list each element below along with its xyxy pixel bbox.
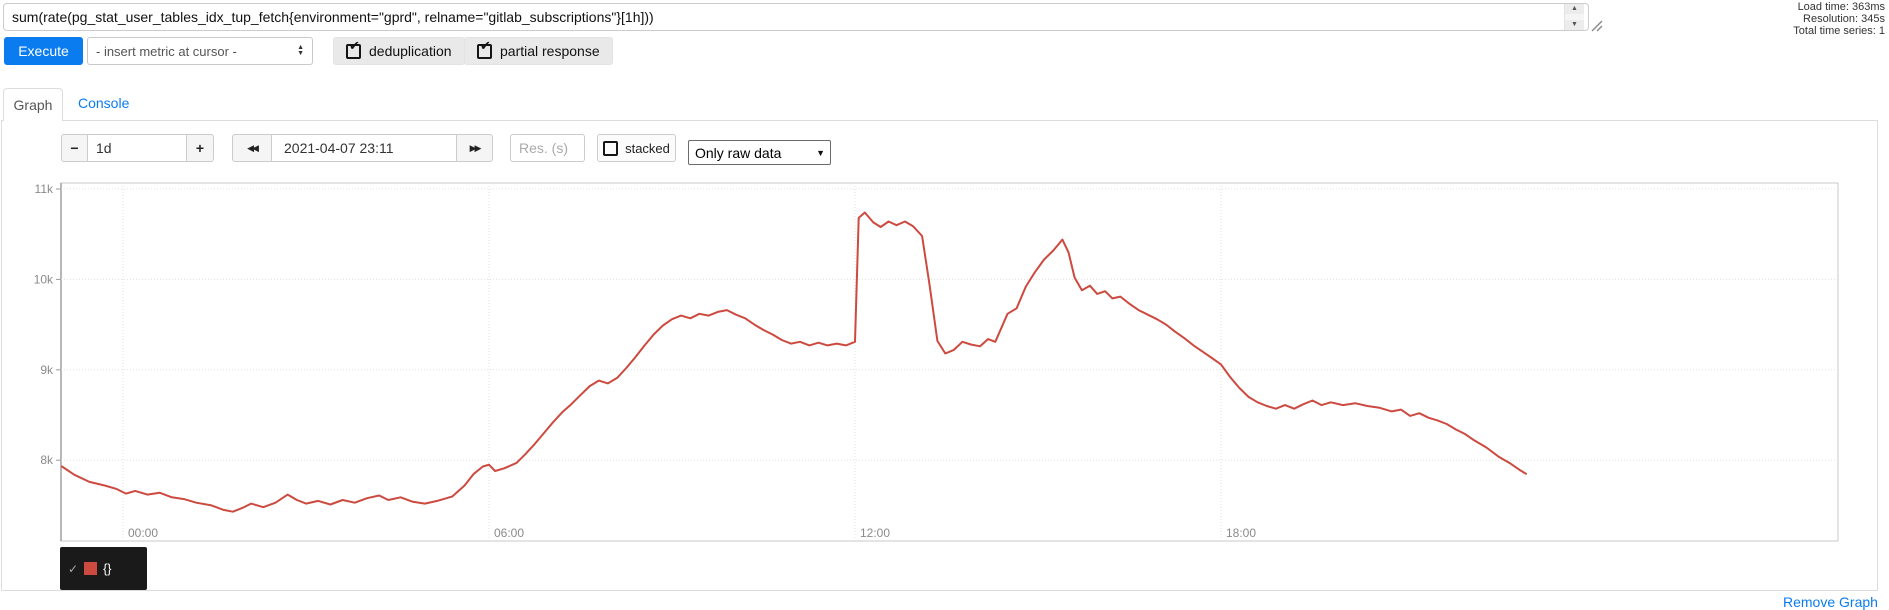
checkbox-unchecked-icon bbox=[603, 140, 619, 156]
legend-series-label: {} bbox=[103, 561, 112, 576]
dropdown-arrow-icon: ▼ bbox=[816, 147, 825, 158]
fast-backward-icon: ◀◀ bbox=[247, 142, 259, 153]
stacked-toggle[interactable]: stacked bbox=[597, 134, 676, 162]
legend-swatch bbox=[84, 562, 98, 575]
remove-graph-link[interactable]: Remove Graph bbox=[1783, 594, 1878, 610]
svg-text:18:00: 18:00 bbox=[1226, 526, 1256, 540]
svg-text:00:00: 00:00 bbox=[128, 526, 158, 540]
svg-text:8k: 8k bbox=[40, 453, 54, 467]
raw-data-selected-option: Only raw data bbox=[695, 144, 782, 161]
datetime-input[interactable] bbox=[271, 134, 457, 162]
range-decrease-button[interactable]: − bbox=[61, 134, 88, 162]
raw-data-select[interactable]: Only raw data ▼ bbox=[688, 140, 831, 165]
range-input[interactable] bbox=[87, 134, 187, 162]
legend-check-icon: ✓ bbox=[68, 561, 79, 576]
svg-text:12:00: 12:00 bbox=[860, 526, 890, 540]
svg-text:9k: 9k bbox=[40, 363, 54, 377]
jump-forward-button[interactable]: ▶▶ bbox=[456, 134, 493, 162]
stacked-label: stacked bbox=[625, 140, 670, 156]
range-increase-button[interactable]: + bbox=[186, 134, 214, 162]
resolution-input[interactable] bbox=[510, 134, 585, 162]
tab-graph[interactable]: Graph bbox=[3, 88, 63, 121]
svg-text:06:00: 06:00 bbox=[494, 526, 524, 540]
graph-canvas[interactable]: 8k 9k 10k 11k 00:00 06:00 12:00 18:00 bbox=[0, 0, 1889, 601]
svg-text:11k: 11k bbox=[35, 182, 54, 196]
svg-text:10k: 10k bbox=[34, 272, 54, 286]
jump-back-button[interactable]: ◀◀ bbox=[232, 134, 272, 162]
fast-forward-icon: ▶▶ bbox=[469, 142, 482, 153]
tab-console[interactable]: Console bbox=[78, 95, 129, 111]
legend-item[interactable]: ✓ {} bbox=[60, 547, 147, 590]
